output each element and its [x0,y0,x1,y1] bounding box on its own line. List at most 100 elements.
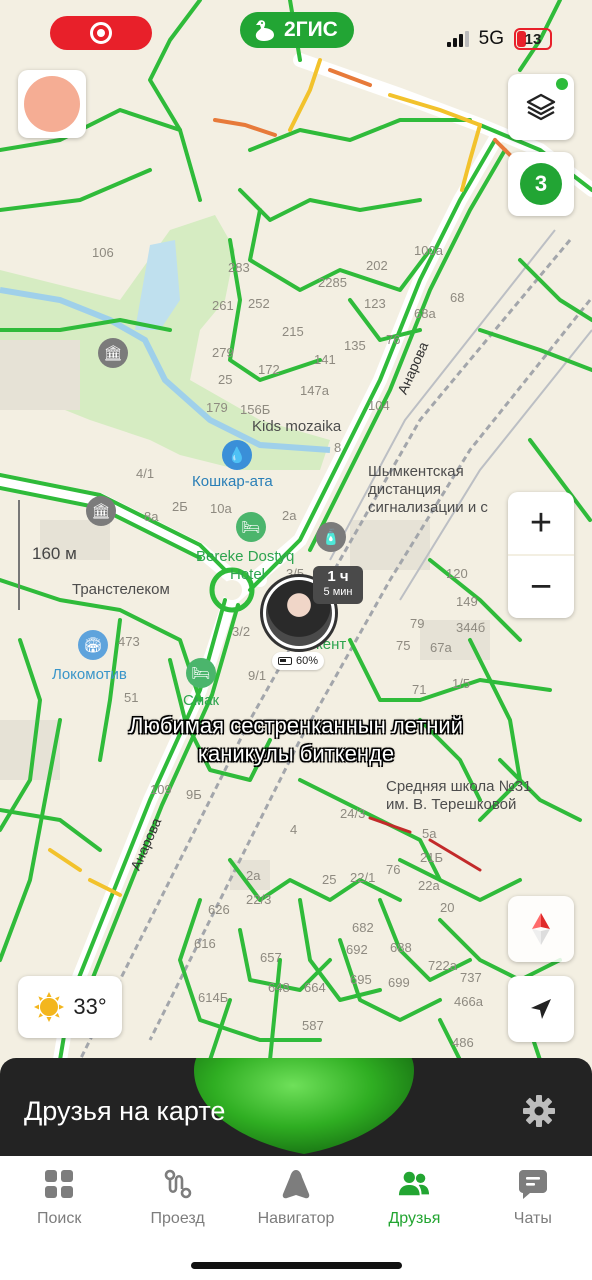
house-number: 104 [368,398,390,413]
map-view[interactable]: 🏛 🏛 💧 🛏 🧴 🏟 🛏 Kids mozaika Кошкар-ата Шы… [0,0,592,1100]
friends-count-button[interactable]: 3 [508,152,574,216]
label-lokomotiv[interactable]: Локомотив [52,666,127,683]
house-number: 2а [246,868,261,883]
house-number: 722а [428,958,457,973]
caption-line-1: Любимая сестренканнын летний [128,713,463,738]
label-shymkent-3[interactable]: сигнализации и с [368,499,488,516]
house-number: 682 [352,920,374,935]
house-number: 261 [212,298,234,313]
avatar [24,76,80,132]
tab-search[interactable]: Поиск [0,1156,118,1280]
house-number: 75 [396,638,411,653]
battery-level: 13 [524,30,542,48]
house-number: 22/1 [350,870,376,885]
label-school-2[interactable]: им. В. Терешковой [386,796,516,813]
weather-widget[interactable]: 33° [18,976,122,1038]
house-number: 22/3 [246,892,272,907]
brand-badge: 2ГИС [240,12,354,48]
house-number: 9/1 [248,668,267,683]
house-number: 486 [452,1035,474,1050]
house-number: 179 [206,400,228,415]
label-smak[interactable]: Смак [183,692,219,709]
sun-icon [34,992,65,1022]
house-number: 79 [410,616,425,631]
layers-button[interactable] [508,74,574,140]
label-shymkent-1[interactable]: Шымкентская [368,463,464,480]
compass-button[interactable] [508,896,574,962]
house-number: 9Б [186,787,202,802]
my-location-button[interactable] [508,976,574,1042]
battery-icon: 13 [514,28,552,50]
label-school-1[interactable]: Средняя школа №31 [386,778,531,795]
location-arrow-icon [531,999,551,1019]
house-number: 147а [300,383,329,398]
label-hotel[interactable]: Hotel [230,566,265,583]
label-koshkar-ata[interactable]: Кошкар-ата [192,473,273,490]
house-number: 68а [414,306,436,321]
house-number: 21Б [420,850,443,865]
video-caption: Любимая сестренканнын летний каникулы би… [60,712,532,768]
house-number: 466а [454,994,483,1009]
screen-recording-indicator[interactable] [50,16,152,50]
house-number: 106 [92,245,114,260]
house-number: 699 [388,975,410,990]
zoom-in-button[interactable]: + [508,492,574,554]
house-number: 5а [422,826,437,841]
friend-battery-level: 60% [296,655,319,667]
label-bereke[interactable]: Bereke Dostyq [196,548,294,565]
grid-icon [43,1168,75,1200]
duck-logo-icon [255,20,274,41]
house-number: 25 [322,872,337,887]
caption-line-2: каникулы биткенде [197,741,395,766]
hotel-poi-icon[interactable]: 🛏 [236,512,266,542]
battery-icon [278,657,292,665]
house-number: 215 [282,324,304,339]
house-number: 692 [346,942,368,957]
house-number: 4/1 [136,466,155,481]
route-icon [162,1168,194,1200]
friend-time-badge: 1 ч 5 мин [313,566,363,604]
system-status: 5G 13 [446,28,552,50]
house-number: 1/5 [452,676,471,691]
house-number: 10а [210,501,232,516]
museum-poi-icon[interactable]: 🏛 [98,338,128,368]
house-number: 283 [228,260,250,275]
house-number: 252 [248,296,270,311]
house-number: 344б [456,620,486,635]
map-canvas [0,0,592,1067]
minus-icon: − [529,566,553,608]
label-kids-mozaika[interactable]: Kids mozaika [252,418,341,435]
house-number: 202 [366,258,388,273]
gear-icon[interactable] [522,1094,556,1128]
house-number: 2285 [318,275,347,290]
house-number: 100а [414,243,443,258]
house-number: 279 [212,345,234,360]
navigator-icon [280,1168,312,1200]
record-icon [90,22,112,44]
friends-panel[interactable]: Друзья на карте [0,1058,592,1158]
house-number: 2а [282,508,297,523]
tab-chats[interactable]: Чаты [474,1156,592,1280]
house-number: 737 [460,970,482,985]
chat-icon [517,1168,549,1200]
house-number: 3/2 [232,624,251,639]
water-poi-icon[interactable]: 💧 [222,440,252,470]
profile-button[interactable] [18,70,86,138]
scale-label: 160 м [32,544,77,563]
stadium-poi-icon[interactable]: 🏟 [78,630,108,660]
museum-poi-icon-2[interactable]: 🏛 [86,496,116,526]
shop-poi-icon[interactable]: 🧴 [316,522,346,552]
plus-icon: + [529,502,553,544]
tab-label: Поиск [37,1210,82,1227]
house-number: 76 [386,862,401,877]
zoom-out-button[interactable]: − [508,556,574,618]
time-hours: 1 ч [327,568,349,585]
tab-label: Проезд [150,1210,205,1227]
weather-temperature: 33° [73,994,107,1019]
house-number: 109 [150,782,172,797]
house-number: 616 [194,936,216,951]
label-shymkent-2[interactable]: дистанция [368,481,441,498]
compass-icon [532,913,550,945]
cafe-poi-icon[interactable]: 🛏 [186,658,216,688]
house-number: 648 [268,980,290,995]
